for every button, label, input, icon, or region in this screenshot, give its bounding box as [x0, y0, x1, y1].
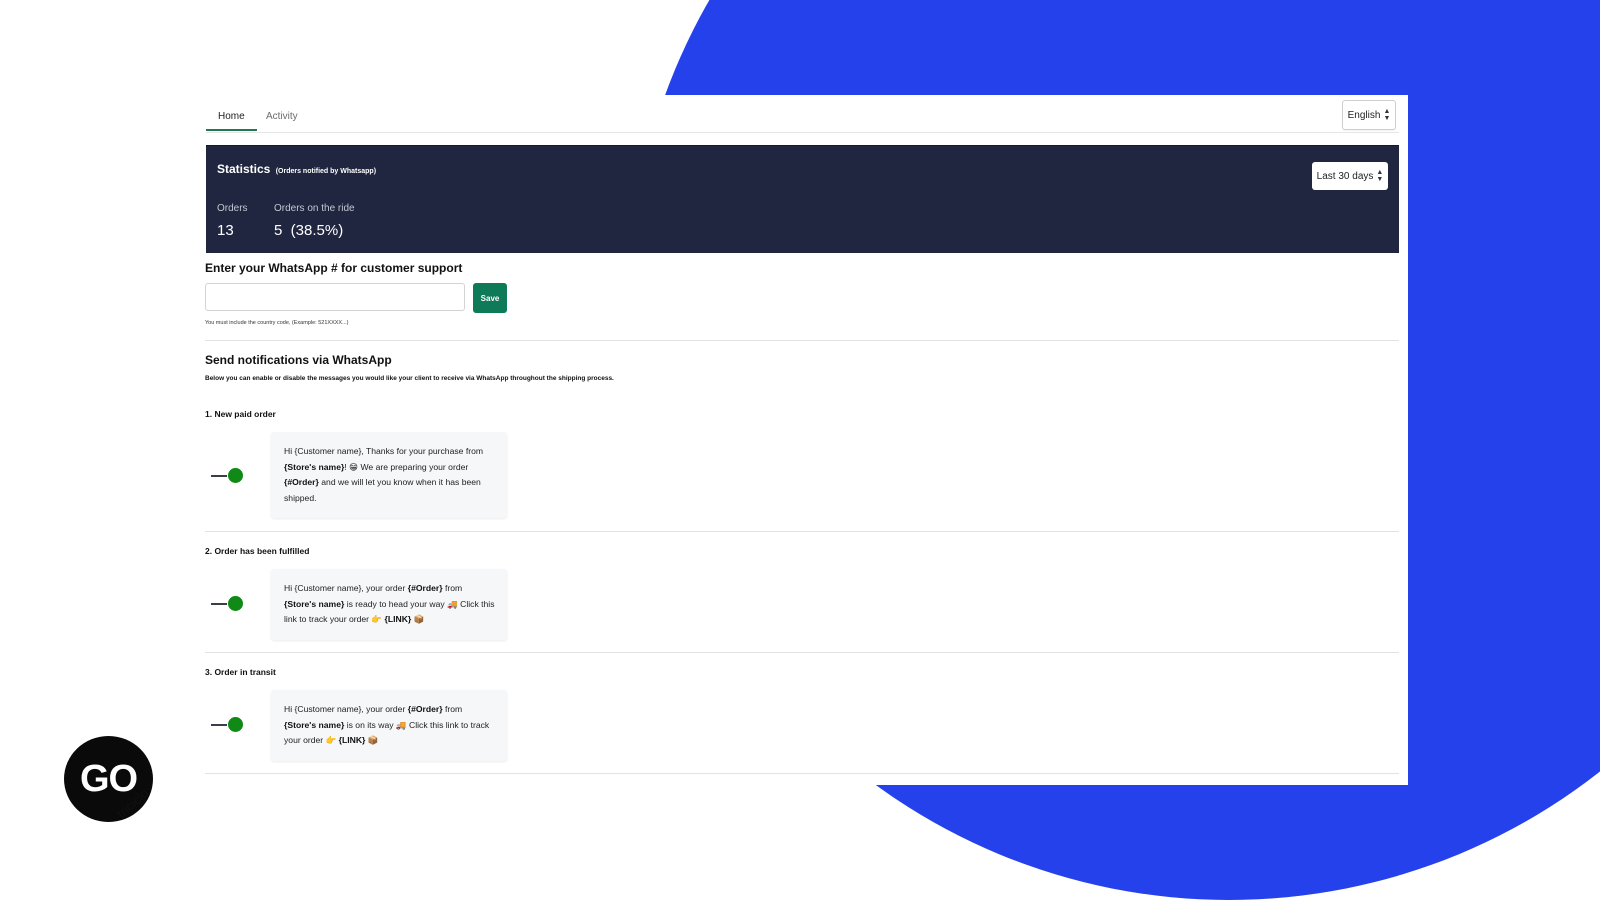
toggle-knob — [228, 717, 243, 732]
language-select[interactable]: English ▲ ▼ — [1342, 100, 1396, 130]
support-hint: You must include the country code, (Exam… — [205, 320, 349, 326]
message-text: 📦 — [365, 735, 379, 745]
tab-bar: Home Activity — [206, 95, 1399, 133]
step-title: 2. Order has been fulfilled — [205, 546, 310, 556]
app-panel: Home Activity English ▲ ▼ Statistics (Ord… — [190, 95, 1408, 785]
message-text: Hi {Customer name}, your order — [284, 704, 408, 714]
save-button[interactable]: Save — [473, 283, 507, 313]
step-title: 3. Order in transit — [205, 667, 276, 677]
toggle-track — [211, 724, 227, 726]
select-arrows-icon: ▲ ▼ — [1376, 169, 1384, 183]
message-placeholder-token: {LINK} — [338, 735, 366, 745]
message-text: from — [442, 704, 463, 714]
message-placeholder-token: {Store's name} — [284, 598, 345, 609]
step-2-toggle[interactable] — [211, 596, 245, 612]
active-tab-indicator — [206, 129, 257, 131]
orders-on-ride-label: Orders on the ride — [274, 203, 355, 214]
notifications-heading: Send notifications via WhatsApp — [205, 353, 392, 367]
step-1-toggle[interactable] — [211, 468, 245, 484]
message-text: from — [442, 583, 463, 593]
orders-value: 13 — [217, 222, 234, 239]
message-text: ! 😁 We are preparing your order — [344, 461, 469, 472]
message-text: 📦 — [411, 614, 425, 624]
message-placeholder-token: {#Order} — [407, 704, 443, 714]
statistics-title: Statistics (Orders notified by Whatsapp) — [217, 162, 376, 176]
go-logo: GO — [64, 736, 153, 822]
message-placeholder-token: {LINK} — [384, 614, 412, 624]
message-placeholder-token: {#Order} — [284, 477, 319, 487]
step-3-toggle[interactable] — [211, 717, 245, 733]
toggle-track — [211, 475, 227, 477]
toggle-knob — [228, 596, 243, 611]
language-select-value: English — [1347, 109, 1381, 121]
select-arrows-icon: ▲ ▼ — [1383, 108, 1391, 122]
statistics-title-text: Statistics — [217, 162, 271, 176]
date-range-select[interactable]: Last 30 days ▲ ▼ — [1312, 162, 1388, 190]
message-text: Hi {Customer name}, Thanks for your purc… — [284, 446, 484, 456]
divider — [205, 773, 1399, 774]
divider — [205, 652, 1399, 653]
support-heading: Enter your WhatsApp # for customer suppo… — [205, 261, 463, 275]
orders-label: Orders — [217, 203, 248, 214]
message-placeholder-token: {Store's name} — [284, 719, 345, 730]
logo-text: GO — [79, 757, 138, 800]
whatsapp-number-input[interactable] — [205, 283, 465, 311]
statistics-subtitle: (Orders notified by Whatsapp) — [275, 168, 377, 175]
toggle-knob — [228, 468, 243, 483]
date-range-value: Last 30 days — [1316, 170, 1374, 182]
statistics-panel: Statistics (Orders notified by Whatsapp)… — [206, 145, 1399, 253]
tab-home[interactable]: Home — [218, 111, 245, 122]
divider — [205, 531, 1399, 532]
divider — [205, 340, 1399, 341]
notifications-description: Below you can enable or disable the mess… — [205, 375, 614, 382]
toggle-track — [211, 603, 227, 605]
tab-activity[interactable]: Activity — [266, 111, 298, 122]
message-placeholder-token: {#Order} — [407, 583, 443, 593]
step-title: 1. New paid order — [205, 409, 276, 419]
message-preview: Hi {Customer name}, your order {#Order} … — [271, 569, 507, 640]
message-placeholder-token: {Store's name} — [284, 461, 345, 472]
message-preview: Hi {Customer name}, Thanks for your purc… — [271, 432, 507, 518]
orders-on-ride-value: 5 (38.5%) — [274, 222, 344, 239]
message-preview: Hi {Customer name}, your order {#Order} … — [271, 690, 507, 761]
message-text: Hi {Customer name}, your order — [284, 583, 408, 593]
